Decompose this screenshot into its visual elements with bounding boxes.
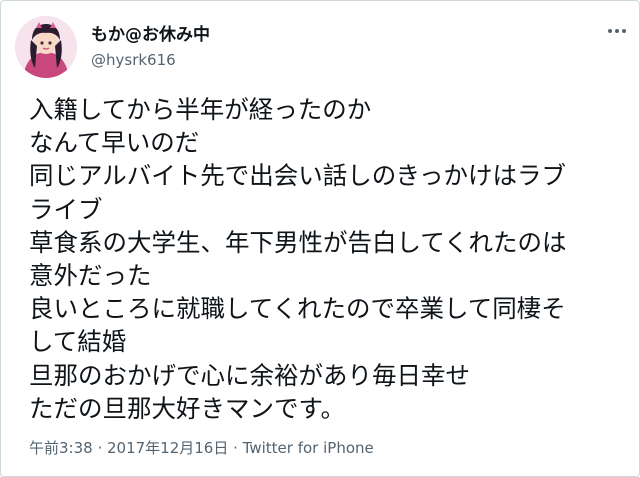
- tweet-line: ライブ: [29, 194, 103, 224]
- tweet-line: して結婚: [29, 327, 127, 357]
- user-handle[interactable]: @hysrk616: [91, 50, 210, 70]
- tweet-text: 入籍してから半年が経ったのか なんて早いのだ 同じアルバイト先で出会い話しのきっ…: [29, 93, 627, 425]
- tweet-time[interactable]: 午前3:38: [29, 439, 93, 457]
- tweet-line: なんて早いのだ: [29, 128, 200, 158]
- display-name[interactable]: もか@お休み中: [91, 24, 210, 46]
- meta-separator: ·: [92, 439, 107, 457]
- user-avatar-icon[interactable]: [15, 16, 77, 78]
- tweet-line: 同じアルバイト先で出会い話しのきっかけはラブ: [29, 161, 567, 191]
- tweet-meta: 午前3:38 · 2017年12月16日 · Twitter for iPhon…: [29, 438, 374, 458]
- tweet-line: 旦那のおかげで心に余裕があり毎日幸せ: [29, 360, 470, 390]
- user-names: もか@お休み中 @hysrk616: [91, 24, 210, 70]
- tweet-card: もか@お休み中 @hysrk616 入籍してから半年が経ったのか なんて早いのだ…: [0, 0, 640, 477]
- tweet-date[interactable]: 2017年12月16日: [107, 439, 228, 457]
- tweet-line: 草食系の大学生、年下男性が告白してくれたのは: [29, 227, 567, 257]
- meta-separator: ·: [228, 439, 243, 457]
- tweet-line: ただの旦那大好きマンです。: [29, 393, 346, 423]
- more-horizontal-icon: [607, 29, 628, 33]
- tweet-line: 良いところに就職してくれたので卒業して同棲そ: [29, 294, 566, 324]
- tweet-source[interactable]: Twitter for iPhone: [243, 439, 374, 457]
- more-options-button[interactable]: [605, 19, 629, 43]
- tweet-line: 意外だった: [29, 261, 152, 291]
- tweet-header: もか@お休み中 @hysrk616: [15, 15, 625, 79]
- tweet-line: 入籍してから半年が経ったのか: [29, 95, 372, 124]
